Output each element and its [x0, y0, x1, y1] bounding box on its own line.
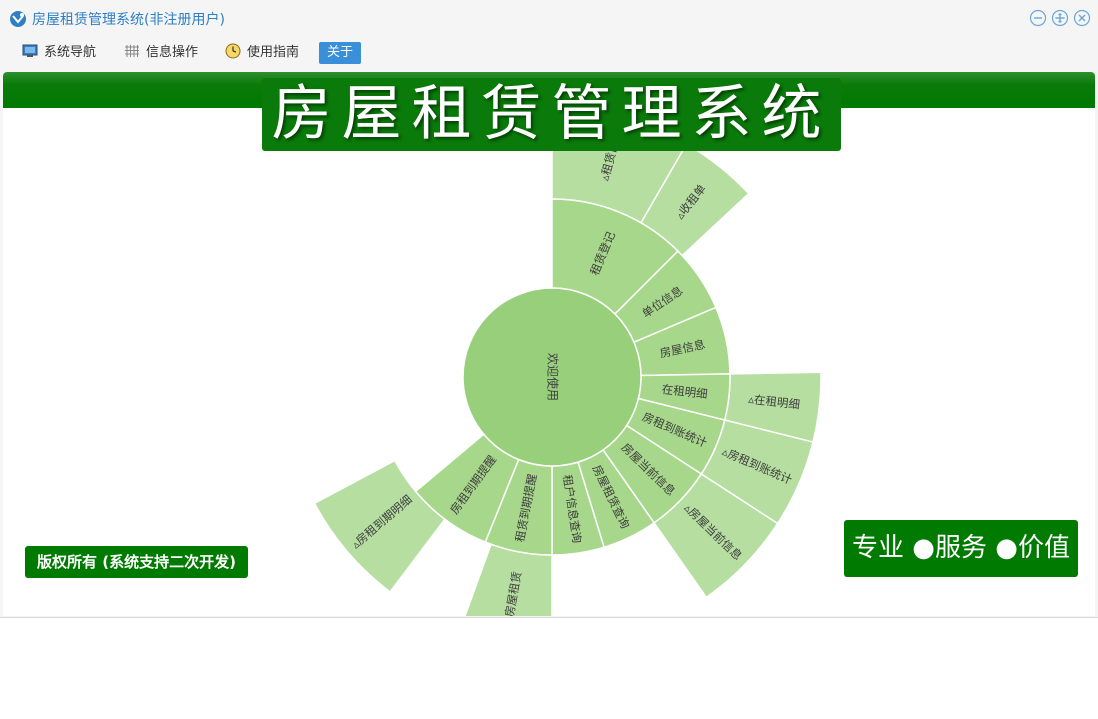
- menu-bar: 系统导航 信息操作 使用指南 关于: [0, 38, 1098, 70]
- menu-system-navigation[interactable]: 系统导航: [18, 42, 100, 64]
- slogan-badge: 专业 ●服务 ●价值: [844, 520, 1078, 577]
- title-bar: 房屋租赁管理系统(非注册用户): [0, 0, 1098, 38]
- sunburst-center-label: 欢迎使用: [546, 353, 561, 401]
- menu-user-guide[interactable]: 使用指南: [221, 42, 303, 64]
- menu-label: 系统导航: [44, 45, 97, 60]
- main-content: 欢迎使用 租赁登记 单位信息 房屋信息 在租明细 房租到账统计 房屋当前信息 房屋租赁查询 租户…: [3, 72, 1095, 616]
- app-window: 房屋租赁管理系统(非注册用户) 系统导航 信息操作 使用指南 关于 欢迎使用 租…: [0, 0, 1098, 618]
- menu-label: 关于: [327, 45, 354, 60]
- banner-title: 房屋租赁管理系统: [262, 78, 841, 151]
- close-icon[interactable]: [1073, 9, 1091, 27]
- menu-label: 信息操作: [146, 45, 199, 60]
- grid-icon: [125, 44, 139, 57]
- maximize-icon[interactable]: [1051, 9, 1069, 27]
- menu-about[interactable]: 关于: [319, 42, 362, 64]
- clock-icon: [225, 43, 241, 58]
- app-logo-icon: [10, 11, 26, 27]
- window-title: 房屋租赁管理系统(非注册用户): [32, 12, 225, 28]
- menu-info-operation[interactable]: 信息操作: [120, 42, 202, 64]
- menu-label: 使用指南: [247, 45, 300, 60]
- monitor-icon: [22, 44, 38, 57]
- copyright-badge: 版权所有 (系统支持二次开发): [25, 546, 248, 578]
- minimize-icon[interactable]: [1029, 9, 1047, 27]
